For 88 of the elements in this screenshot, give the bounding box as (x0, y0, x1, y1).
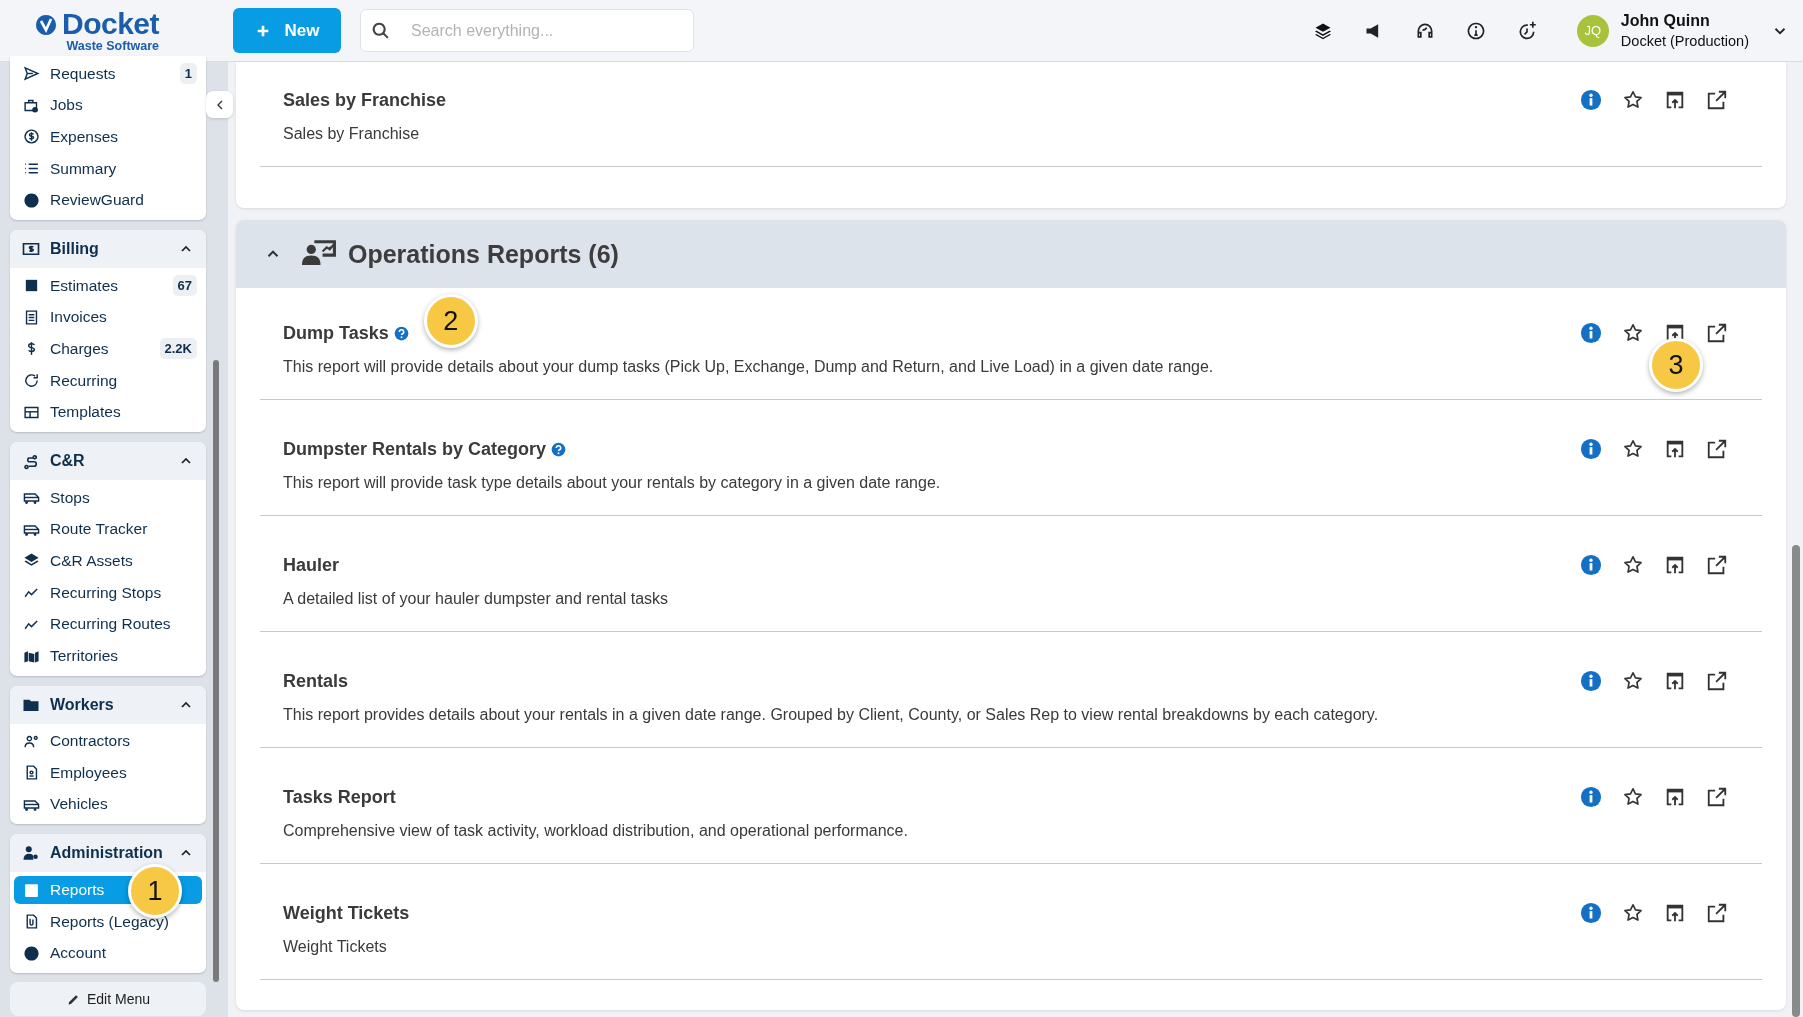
scrollbar-thumb[interactable] (1791, 545, 1800, 1017)
document-icon (23, 308, 40, 326)
open-window-icon[interactable] (1664, 902, 1686, 924)
star-icon[interactable] (1622, 89, 1644, 111)
menu-item[interactable]: Templates (14, 398, 202, 427)
user-gear-icon (22, 844, 40, 863)
group-title: Workers (50, 695, 114, 714)
star-icon[interactable] (1622, 438, 1644, 460)
menu-item[interactable]: Contractors (14, 727, 202, 756)
external-link-icon[interactable] (1706, 670, 1728, 692)
menu-item[interactable]: Recurring (14, 366, 202, 395)
group-header[interactable]: Billing (10, 229, 206, 268)
count-badge: 1 (179, 63, 197, 85)
external-link-icon[interactable] (1706, 322, 1728, 344)
menu-item[interactable]: Route Tracker (14, 515, 202, 544)
report-title[interactable]: Sales by Franchise (283, 89, 447, 111)
group-title: C&R (50, 451, 85, 470)
menu-item[interactable]: Requests 1 (14, 59, 202, 88)
external-link-icon[interactable] (1706, 902, 1728, 924)
search-field[interactable]: Search everything... (360, 9, 694, 52)
external-link-icon[interactable] (1706, 438, 1728, 460)
group-header[interactable]: Administration (10, 834, 206, 873)
menu-item[interactable]: Account (14, 939, 202, 968)
dollar-circle-icon (23, 128, 40, 146)
menu-item[interactable]: Invoices (14, 303, 202, 332)
menu-item[interactable]: Estimates 67 (14, 271, 202, 300)
info-icon[interactable] (1465, 20, 1486, 41)
menu-item[interactable]: Territories (14, 641, 202, 670)
user-name: John Quinn (1620, 10, 1711, 31)
star-icon[interactable] (1622, 902, 1644, 924)
report-description: Sales by Franchise (283, 124, 420, 144)
brand-tagline: Waste Software (66, 38, 160, 53)
account-name: Docket (Production) (1620, 31, 1749, 51)
scrollbar-thumb[interactable] (213, 360, 219, 982)
external-link-icon[interactable] (1706, 786, 1728, 808)
report-title[interactable]: Tasks Report (283, 786, 396, 808)
menu-item[interactable]: Recurring Stops (14, 578, 202, 607)
report-title[interactable]: Weight Tickets (283, 902, 410, 924)
brand-name: Docket (62, 8, 160, 39)
count-badge: 2.2K (159, 338, 197, 360)
collapse-sidebar-button[interactable] (206, 91, 233, 118)
clock-plus-icon[interactable] (1516, 20, 1537, 41)
report-title[interactable]: Dump Tasks (283, 322, 389, 344)
report-description: Comprehensive view of task activity, workload distribution, and operational performance. (283, 821, 908, 841)
group-header[interactable]: Workers (10, 685, 206, 724)
report-description: Weight Tickets (283, 937, 387, 957)
section-header[interactable]: Operations Reports (6) (236, 220, 1786, 288)
count-badge: 67 (172, 275, 197, 297)
presentation-icon (302, 237, 337, 265)
open-window-icon[interactable] (1664, 786, 1686, 808)
menu-item[interactable]: Jobs (14, 91, 202, 120)
help-icon[interactable] (551, 441, 567, 457)
menu-item[interactable]: Stops (14, 483, 202, 512)
edit-menu-button[interactable]: Edit Menu (10, 982, 206, 1017)
menu-item[interactable]: C&R Assets (14, 546, 202, 575)
menu-item[interactable]: Recurring Routes (14, 610, 202, 639)
menu-item[interactable]: ReviewGuard (14, 186, 202, 215)
refresh-icon (23, 372, 40, 390)
send-icon (23, 65, 40, 83)
open-window-icon[interactable] (1664, 554, 1686, 576)
group-header[interactable]: C&R (10, 441, 206, 480)
menu-item[interactable]: Employees (14, 758, 202, 787)
star-icon[interactable] (1622, 554, 1644, 576)
group-title: Administration (50, 844, 163, 863)
report-title[interactable]: Dumpster Rentals by Category (283, 438, 547, 460)
open-window-icon[interactable] (1664, 438, 1686, 460)
report-description: This report will provide details about your dump tasks (Pick Up, Exchange, Dump and Return, and Live Load) in a given date range. (283, 357, 1214, 377)
menu-item[interactable]: Charges 2.2K (14, 334, 202, 363)
group-title: Billing (50, 239, 99, 258)
help-icon[interactable] (393, 325, 409, 341)
report-title[interactable]: Hauler (283, 554, 340, 576)
open-window-icon[interactable] (1664, 89, 1686, 111)
star-icon[interactable] (1622, 786, 1644, 808)
external-link-icon[interactable] (1706, 89, 1728, 111)
section-title: Operations Reports (6) (348, 239, 619, 269)
logo-mark-icon (34, 12, 58, 37)
report-description: This report provides details about your rentals in a given date range. Grouped by Client, County, or Sales Rep to view rental breakdowns by each category. (283, 705, 1379, 725)
star-icon[interactable] (1622, 322, 1644, 344)
external-link-icon[interactable] (1706, 554, 1728, 576)
report-description: A detailed list of your hauler dumpster and rental tasks (283, 589, 669, 609)
menu-item[interactable]: Vehicles (14, 790, 202, 819)
menu-item[interactable]: Summary (14, 154, 202, 183)
star-icon[interactable] (1622, 670, 1644, 692)
report-title[interactable]: Rentals (283, 670, 349, 692)
menu-item[interactable]: Expenses (14, 123, 202, 151)
open-window-icon[interactable] (1664, 670, 1686, 692)
step-marker-tooltip: 3 (1649, 338, 1703, 392)
report-description: This report will provide task type details about your rentals by category in a given date range. (283, 473, 941, 493)
